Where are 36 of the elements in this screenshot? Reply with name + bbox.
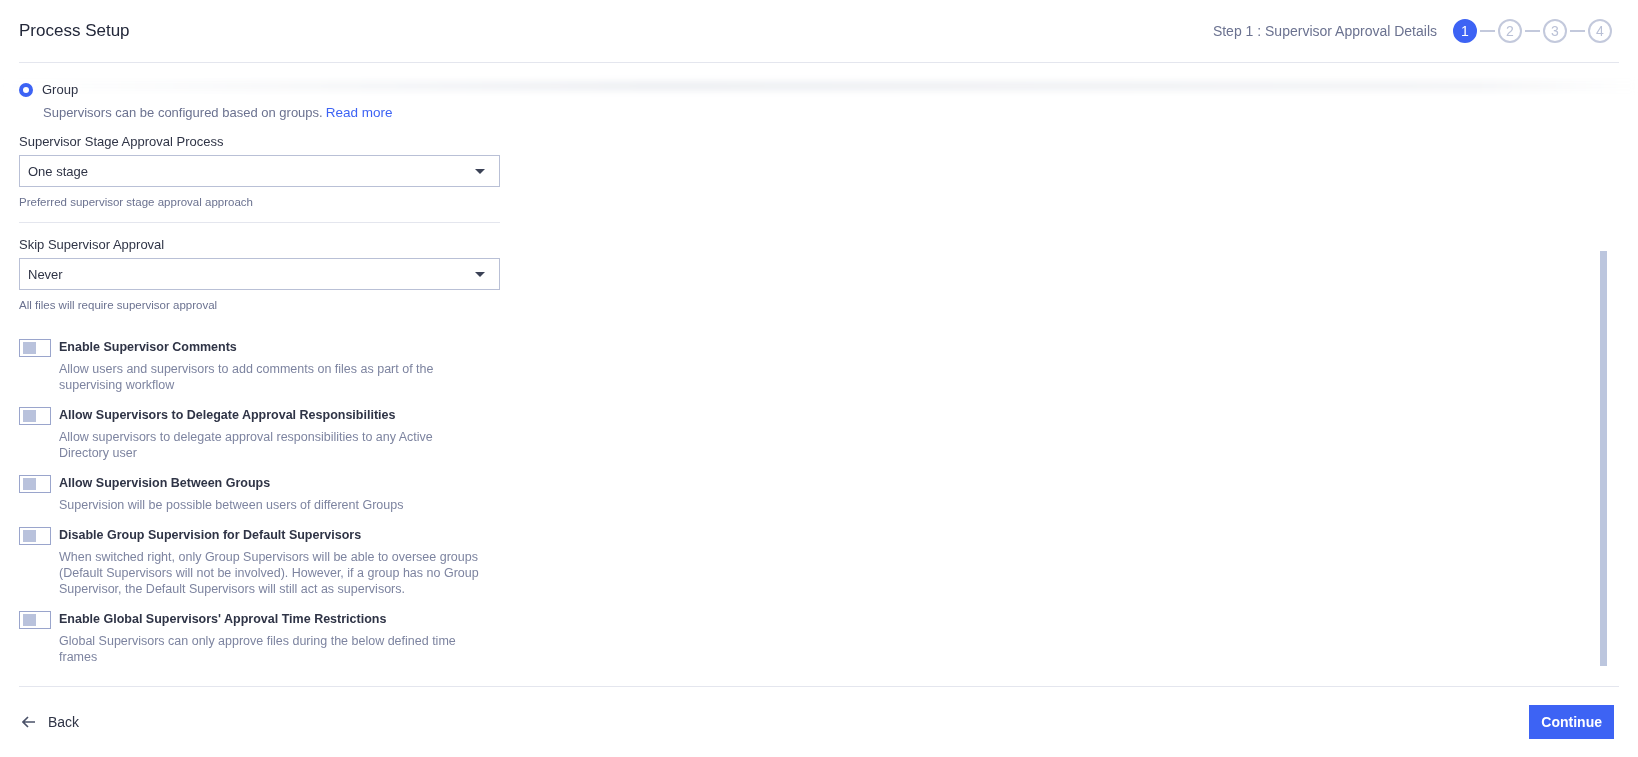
toggle-description: Global Supervisors can only approve files during the below defined time frames [59,633,457,665]
toggle-label: Enable Supervisor Comments [59,340,238,354]
read-more-link[interactable]: Read more [325,105,393,120]
toggle-description: Supervision will be possible between users of different Groups [59,497,405,513]
page-title: Process Setup [19,21,130,41]
toggle-switch[interactable] [19,475,51,493]
field-hint: Preferred supervisor stage approval approach [19,196,254,208]
back-button[interactable]: Back [19,710,83,734]
step-indicator: 4 [1588,19,1612,43]
field-label: Supervisor Stage Approval Process [19,134,225,149]
step-indicator: 1 [1453,19,1477,43]
toggle-description: Allow supervisors to delegate approval responsibilities to any Active Directory user [59,429,434,461]
arrow-left-icon [22,716,36,728]
toggle-switch[interactable] [19,339,51,357]
toggle-label: Enable Global Supervisors' Approval Time Restrictions [59,612,388,626]
scrollbar[interactable] [1600,251,1607,666]
caret-icon [475,168,485,174]
dropdown-field[interactable]: One stage [19,155,500,187]
toggle-label: Disable Group Supervision for Default Supervisors [59,528,363,542]
continue-button[interactable]: Continue [1529,705,1614,739]
toggle-label: Allow Supervision Between Groups [59,476,272,490]
toggle-switch[interactable] [19,611,51,629]
toggle-label: Allow Supervisors to Delegate Approval Responsibilities [59,408,397,422]
dropdown-field[interactable]: Never [19,258,500,290]
radio-description: Supervisors can be configured based on groups. [43,105,323,120]
toggle-switch[interactable] [19,407,51,425]
field-label: Skip Supervisor Approval [19,237,166,252]
step-indicator: 2 [1498,19,1522,43]
toggle-description: Allow users and supervisors to add comments on files as part of the supervising workflow [59,361,435,393]
step-indicator: 3 [1543,19,1567,43]
caret-icon [475,271,485,277]
toggle-switch[interactable] [19,527,51,545]
radio-label: Group [42,82,79,97]
step-caption: Step 1 : Supervisor Approval Details [1212,23,1437,39]
toggle-description: When switched right, only Group Supervisors will be able to oversee groups (Default Supervisors will not be involved). However, if a group has no Group Supervisor, the Default Supervisors will still act as supervisors. [59,549,479,597]
field-hint: All files will require supervisor approval [19,299,219,311]
